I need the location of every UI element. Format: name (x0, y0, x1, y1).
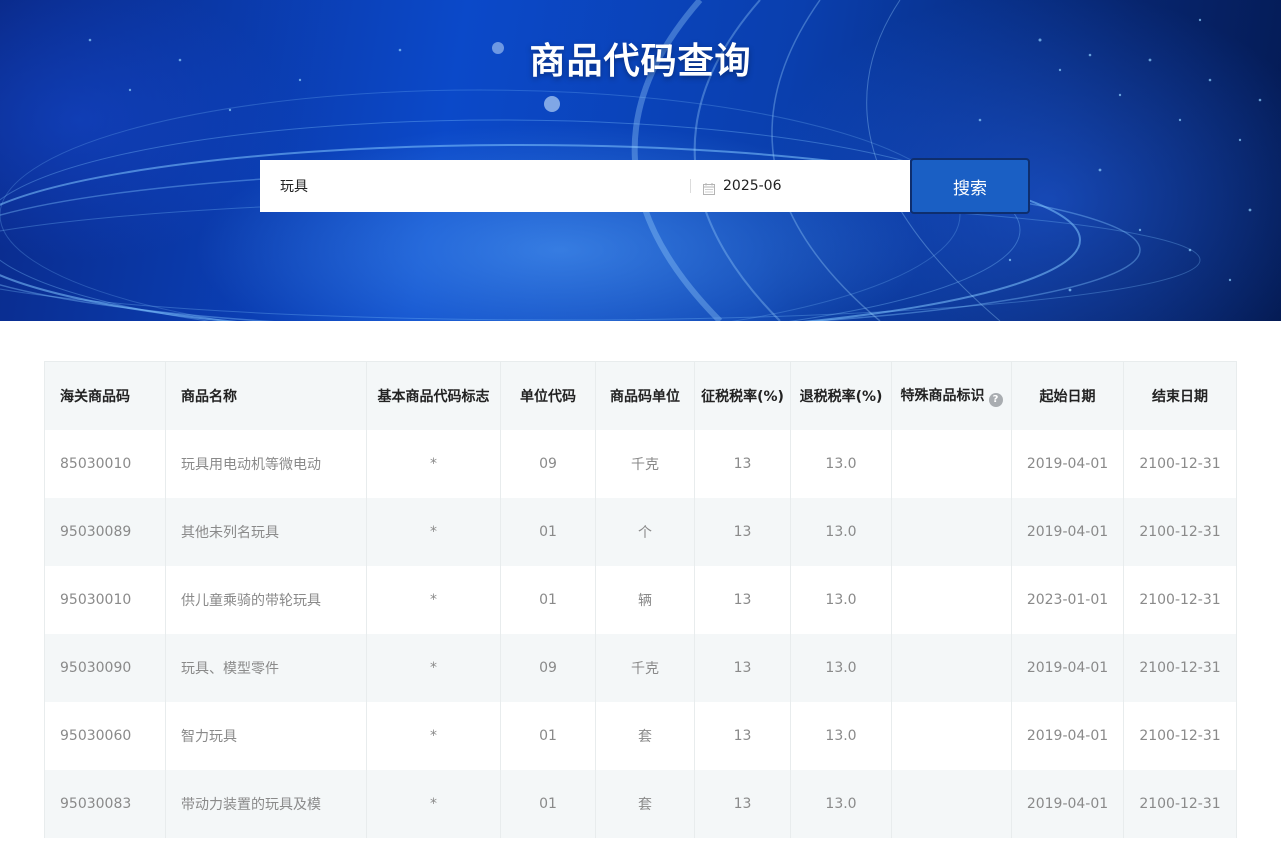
cell-end-date: 2100-12-31 (1123, 634, 1237, 702)
search-divider (690, 179, 691, 193)
cell-start-date: 2019-04-01 (1011, 634, 1124, 702)
col-header-special-flag: 特殊商品标识? (891, 361, 1012, 430)
cell-hs-code: 95030090 (44, 634, 166, 702)
cell-special-flag (891, 430, 1012, 498)
results-table-container: 海关商品码 商品名称 基本商品代码标志 单位代码 商品码单位 征税税率(%) 退… (44, 361, 1237, 838)
cell-special-flag (891, 566, 1012, 634)
cell-tax-rate: 13 (694, 634, 791, 702)
cell-end-date: 2100-12-31 (1123, 498, 1237, 566)
cell-unit: 千克 (595, 430, 695, 498)
cell-product-name: 其他未列名玩具 (165, 498, 367, 566)
cell-unit: 辆 (595, 566, 695, 634)
cell-unit-code: 09 (500, 634, 596, 702)
cell-hs-code: 95030089 (44, 498, 166, 566)
table-row: 85030010 玩具用电动机等微电动 * 09 千克 13 13.0 2019-04-01 2… (44, 430, 1237, 498)
cell-base-code-flag: * (366, 634, 501, 702)
cell-refund-rate: 13.0 (790, 634, 892, 702)
cell-product-name: 玩具、模型零件 (165, 634, 367, 702)
cell-refund-rate: 13.0 (790, 566, 892, 634)
cell-end-date: 2100-12-31 (1123, 770, 1237, 838)
cell-start-date: 2019-04-01 (1011, 430, 1124, 498)
cell-product-name: 智力玩具 (165, 702, 367, 770)
cell-unit-code: 09 (500, 430, 596, 498)
cell-refund-rate: 13.0 (790, 702, 892, 770)
date-picker[interactable] (703, 177, 885, 195)
cell-unit: 千克 (595, 634, 695, 702)
cell-special-flag (891, 634, 1012, 702)
cell-product-name: 玩具用电动机等微电动 (165, 430, 367, 498)
cell-unit-code: 01 (500, 566, 596, 634)
cell-hs-code: 95030010 (44, 566, 166, 634)
table-row: 95030060 智力玩具 * 01 套 13 13.0 2019-04-01 2100-12-… (44, 702, 1237, 770)
cell-tax-rate: 13 (694, 702, 791, 770)
cell-refund-rate: 13.0 (790, 430, 892, 498)
search-bar (260, 160, 910, 212)
cell-unit-code: 01 (500, 702, 596, 770)
cell-tax-rate: 13 (694, 430, 791, 498)
cell-hs-code: 95030060 (44, 702, 166, 770)
cell-base-code-flag: * (366, 430, 501, 498)
col-header-base-code-flag: 基本商品代码标志 (366, 361, 501, 430)
page-title: 商品代码查询 (529, 41, 752, 82)
cell-tax-rate: 13 (694, 566, 791, 634)
cell-tax-rate: 13 (694, 498, 791, 566)
cell-product-name: 带动力装置的玩具及模 (165, 770, 367, 838)
question-circle-icon[interactable]: ? (988, 393, 1003, 407)
cell-start-date: 2019-04-01 (1011, 498, 1124, 566)
calendar-icon (703, 180, 715, 195)
col-header-end-date: 结束日期 (1123, 361, 1237, 430)
cell-tax-rate: 13 (694, 770, 791, 838)
col-header-tax-rate: 征税税率(%) (694, 361, 791, 430)
results-table: 海关商品码 商品名称 基本商品代码标志 单位代码 商品码单位 征税税率(%) 退… (44, 361, 1237, 838)
special-flag-label: 特殊商品标识 (900, 388, 985, 404)
cell-base-code-flag: * (366, 702, 501, 770)
cell-unit-code: 01 (500, 770, 596, 838)
col-header-hs-code: 海关商品码 (44, 361, 166, 430)
cell-unit: 个 (595, 498, 695, 566)
cell-special-flag (891, 770, 1012, 838)
cell-start-date: 2019-04-01 (1011, 702, 1124, 770)
cell-start-date: 2019-04-01 (1011, 770, 1124, 838)
table-row: 95030089 其他未列名玩具 * 01 个 13 13.0 2019-04-01 2100-… (44, 498, 1237, 566)
cell-base-code-flag: * (366, 498, 501, 566)
table-row: 95030010 供儿童乘骑的带轮玩具 * 01 辆 13 13.0 2023-01-01 21… (44, 566, 1237, 634)
date-input[interactable] (721, 177, 885, 195)
search-button[interactable]: 搜索 (910, 158, 1030, 214)
cell-refund-rate: 13.0 (790, 770, 892, 838)
col-header-unit-code: 单位代码 (500, 361, 596, 430)
cell-hs-code: 95030083 (44, 770, 166, 838)
col-header-product-name: 商品名称 (165, 361, 367, 430)
cell-special-flag (891, 702, 1012, 770)
hero-banner: 商品代码查询 搜索 (0, 0, 1281, 321)
cell-start-date: 2023-01-01 (1011, 566, 1124, 634)
cell-end-date: 2100-12-31 (1123, 430, 1237, 498)
cell-unit: 套 (595, 770, 695, 838)
table-row: 95030090 玩具、模型零件 * 09 千克 13 13.0 2019-04-01 2100… (44, 634, 1237, 702)
cell-end-date: 2100-12-31 (1123, 566, 1237, 634)
col-header-unit: 商品码单位 (595, 361, 695, 430)
cell-hs-code: 85030010 (44, 430, 166, 498)
cell-refund-rate: 13.0 (790, 498, 892, 566)
keyword-input[interactable] (260, 161, 690, 211)
cell-unit-code: 01 (500, 498, 596, 566)
table-header-row: 海关商品码 商品名称 基本商品代码标志 单位代码 商品码单位 征税税率(%) 退… (44, 361, 1237, 430)
cell-special-flag (891, 498, 1012, 566)
cell-product-name: 供儿童乘骑的带轮玩具 (165, 566, 367, 634)
cell-base-code-flag: * (366, 770, 501, 838)
table-row: 95030083 带动力装置的玩具及模 * 01 套 13 13.0 2019-04-01 21… (44, 770, 1237, 838)
col-header-refund-rate: 退税税率(%) (790, 361, 892, 430)
cell-end-date: 2100-12-31 (1123, 702, 1237, 770)
table-body: 85030010 玩具用电动机等微电动 * 09 千克 13 13.0 2019-04-01 2… (44, 430, 1237, 838)
cell-base-code-flag: * (366, 566, 501, 634)
col-header-start-date: 起始日期 (1011, 361, 1124, 430)
cell-unit: 套 (595, 702, 695, 770)
